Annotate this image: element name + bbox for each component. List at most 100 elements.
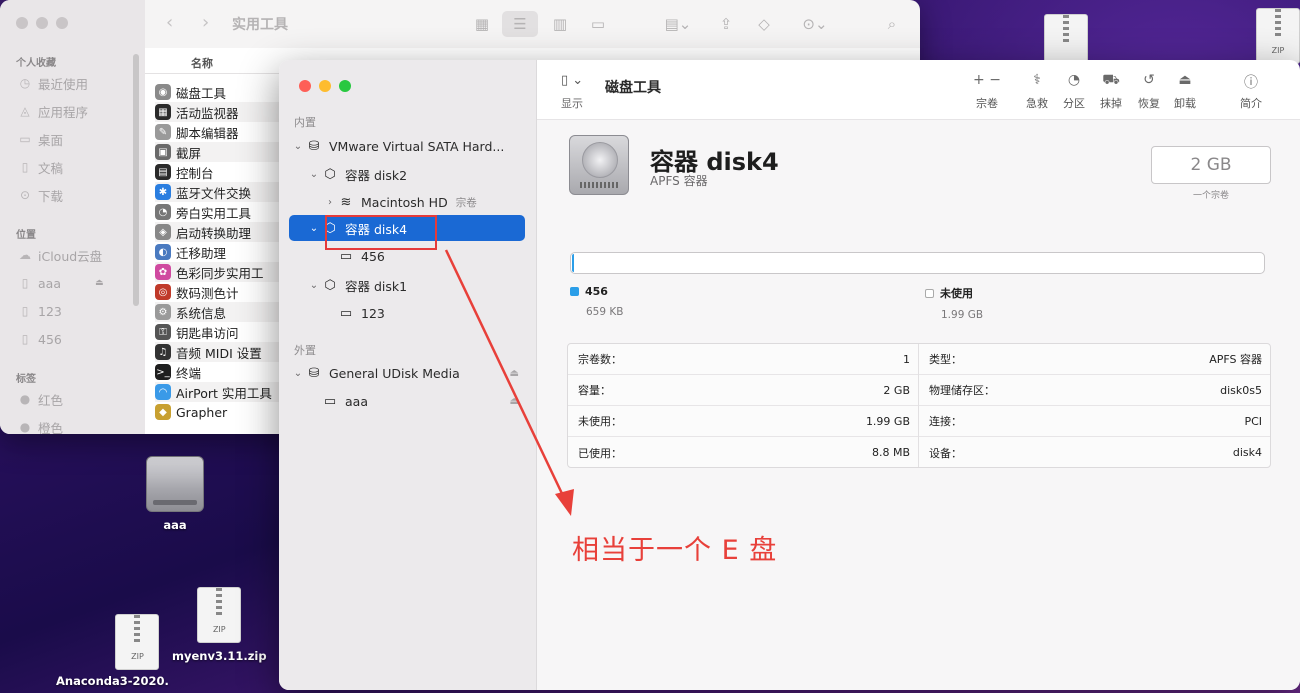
favorites-header: 个人收藏 [16,58,56,69]
sidebar-volume-row[interactable]: ⌄ ⬡ 容器 disk2 [289,161,525,187]
app-row[interactable]: ◆ Grapher [155,402,290,422]
app-row[interactable]: ✿ 色彩同步实用工 [155,262,290,282]
app-row[interactable]: ✱ 蓝牙文件交换 [155,182,290,202]
app-row[interactable]: >_ 终端 [155,362,290,382]
sidebar-tag-red[interactable]: ● 红色 [18,389,63,409]
sidebar-scrollbar[interactable] [133,54,139,306]
sidebar-item-applications[interactable]: ◬ 应用程序 [18,101,88,121]
info-button[interactable]: ⓘ 简介 [1227,72,1275,111]
disk-type: APFS 容器 [650,174,708,188]
sidebar-item-456[interactable]: ▯ 456 [18,329,62,349]
eject-icon[interactable]: ⏏ [510,368,519,379]
app-row[interactable]: ▣ 截屏 [155,142,290,162]
app-row[interactable]: ◔ 旁白实用工具 [155,202,290,222]
app-icon: ◔ [155,204,171,220]
disclosure-chevron-icon[interactable]: ⌄ [307,223,321,234]
sidebar-volume-row[interactable]: ▭ 123 [289,300,525,326]
sidebar-volume-row[interactable]: ⌄ ⬡ 容器 disk1 [289,272,525,298]
minimize-button[interactable] [36,17,48,29]
volume-icon: ▭ [339,248,353,264]
app-label: 脚本编辑器 [176,125,239,141]
disk-size-caption: 一个宗卷 [1192,191,1229,201]
app-row[interactable]: ♫ 音频 MIDI 设置 [155,342,290,362]
unmount-button[interactable]: ⏏ 卸载 [1161,72,1209,111]
volume-label: 容器 disk1 [345,278,408,294]
share-icon[interactable]: ⇪ [714,11,738,37]
app-row[interactable]: ◈ 启动转换助理 [155,222,290,242]
info-row: 未使用： 1.99 GB [568,406,918,437]
sidebar-item-icloud[interactable]: ☁ iCloud云盘 [18,245,102,265]
sidebar-view-icon[interactable]: ▯ ⌄ [561,73,583,88]
app-row[interactable]: ▦ 活动监视器 [155,102,290,122]
app-row[interactable]: ▤ 控制台 [155,162,290,182]
sidebar-item-recents[interactable]: ◷ 最近使用 [18,73,88,93]
column-view-icon[interactable]: ▥ [546,11,574,37]
app-label: 数码测色计 [176,285,239,301]
volume-button[interactable]: + − 宗卷 [963,72,1011,111]
desktop-icon-aaa[interactable]: aaa [146,456,204,532]
disclosure-chevron-icon[interactable]: ⌄ [291,141,305,152]
app-label: 启动转换助理 [176,225,252,241]
disclosure-chevron-icon[interactable]: ⌄ [291,368,305,379]
app-row[interactable]: ◎ 数码测色计 [155,282,290,302]
sidebar-item-desktop[interactable]: ▭ 桌面 [18,129,63,149]
app-row[interactable]: ✎ 脚本编辑器 [155,122,290,142]
disk-icon: ▯ [21,276,29,290]
icon-view-icon[interactable]: ▦ [470,11,494,37]
sidebar-item-documents[interactable]: ▯ 文稿 [18,157,63,177]
toolbar-label: 简介 [1240,97,1262,110]
app-label: AirPort 实用工具 [176,385,272,401]
back-chevron-icon[interactable]: ‹ [166,12,173,33]
app-label: 系统信息 [176,305,227,321]
app-row[interactable]: ◐ 迁移助理 [155,242,290,262]
tag-icon[interactable]: ◇ [752,11,776,37]
info-key: 容量： [578,384,611,397]
app-row[interactable]: ◉ 磁盘工具 [155,82,290,102]
zoom-button[interactable] [339,80,351,92]
zoom-button[interactable] [56,17,68,29]
eject-icon[interactable]: ⏏ [95,278,104,288]
desktop-icon-myenv[interactable]: ZIP myenv3.11.zip [172,587,267,663]
disclosure-chevron-icon[interactable]: › [323,197,337,208]
app-icon: ✎ [155,124,171,140]
gallery-view-icon[interactable]: ▭ [584,11,612,37]
app-row[interactable]: ⚙ 系统信息 [155,302,290,322]
disk-utility-sidebar: 内置 外置 ⌄ ⛁ VMware Virtual SATA Hard... ⌄ ⬡ 容器 … [279,60,537,690]
group-menu-icon[interactable]: ▤⌄ [660,11,696,37]
sidebar-item-aaa[interactable]: ▯ aaa ⏏ [18,273,104,293]
list-view-icon[interactable]: ☰ [502,11,538,37]
search-icon[interactable]: ⌕ [880,11,904,37]
sidebar-volume-row[interactable]: › ≋ Macintosh HD 宗卷 [289,189,525,215]
sidebar-item-123[interactable]: ▯ 123 [18,301,62,321]
app-icon: ✱ [155,184,171,200]
info-row: 设备： disk4 [919,437,1270,468]
disclosure-chevron-icon[interactable]: ⌄ [307,169,321,180]
info-value: PCI [1244,414,1262,428]
sidebar-item-downloads[interactable]: ⊙ 下载 [18,185,63,205]
sidebar-volume-row[interactable]: ⌄ ⛁ General UDisk Media ⏏ [289,360,525,386]
desktop-zip-top-right[interactable]: ZIP [1256,8,1300,64]
disk-utility-window: 内置 外置 ⌄ ⛁ VMware Virtual SATA Hard... ⌄ ⬡ 容器 … [279,60,1300,690]
eject-icon[interactable]: ⏏ [510,396,519,407]
sidebar-volume-row[interactable]: ▭ aaa ⏏ [289,388,525,414]
volume-label: VMware Virtual SATA Hard... [329,138,505,154]
app-icon: ◠ [155,384,171,400]
toolbar-label: 宗卷 [976,97,998,110]
sidebar-volume-row[interactable]: ⌄ ⛁ VMware Virtual SATA Hard... [289,133,525,159]
desktop-icon-anaconda[interactable]: ZIP Anaconda3-2020. [56,614,169,688]
app-icon: ◆ [155,404,171,420]
disclosure-chevron-icon[interactable]: ⌄ [307,280,321,291]
volume-icon: + − [973,72,1001,88]
volume-icon: ▭ [339,305,353,321]
sidebar-tag-orange[interactable]: ● 橙色 [18,417,63,434]
forward-chevron-icon[interactable]: › [202,12,209,33]
app-row[interactable]: ⚿ 钥匙串访问 [155,322,290,342]
column-name[interactable]: 名称 [191,55,213,71]
close-button[interactable] [16,17,28,29]
app-row[interactable]: ◠ AirPort 实用工具 [155,382,290,402]
more-actions-icon[interactable]: ⊙⌄ [796,11,834,37]
info-row: 物理储存区： disk0s5 [919,375,1270,406]
app-label: 蓝牙文件交换 [176,185,252,201]
close-button[interactable] [299,80,311,92]
minimize-button[interactable] [319,80,331,92]
